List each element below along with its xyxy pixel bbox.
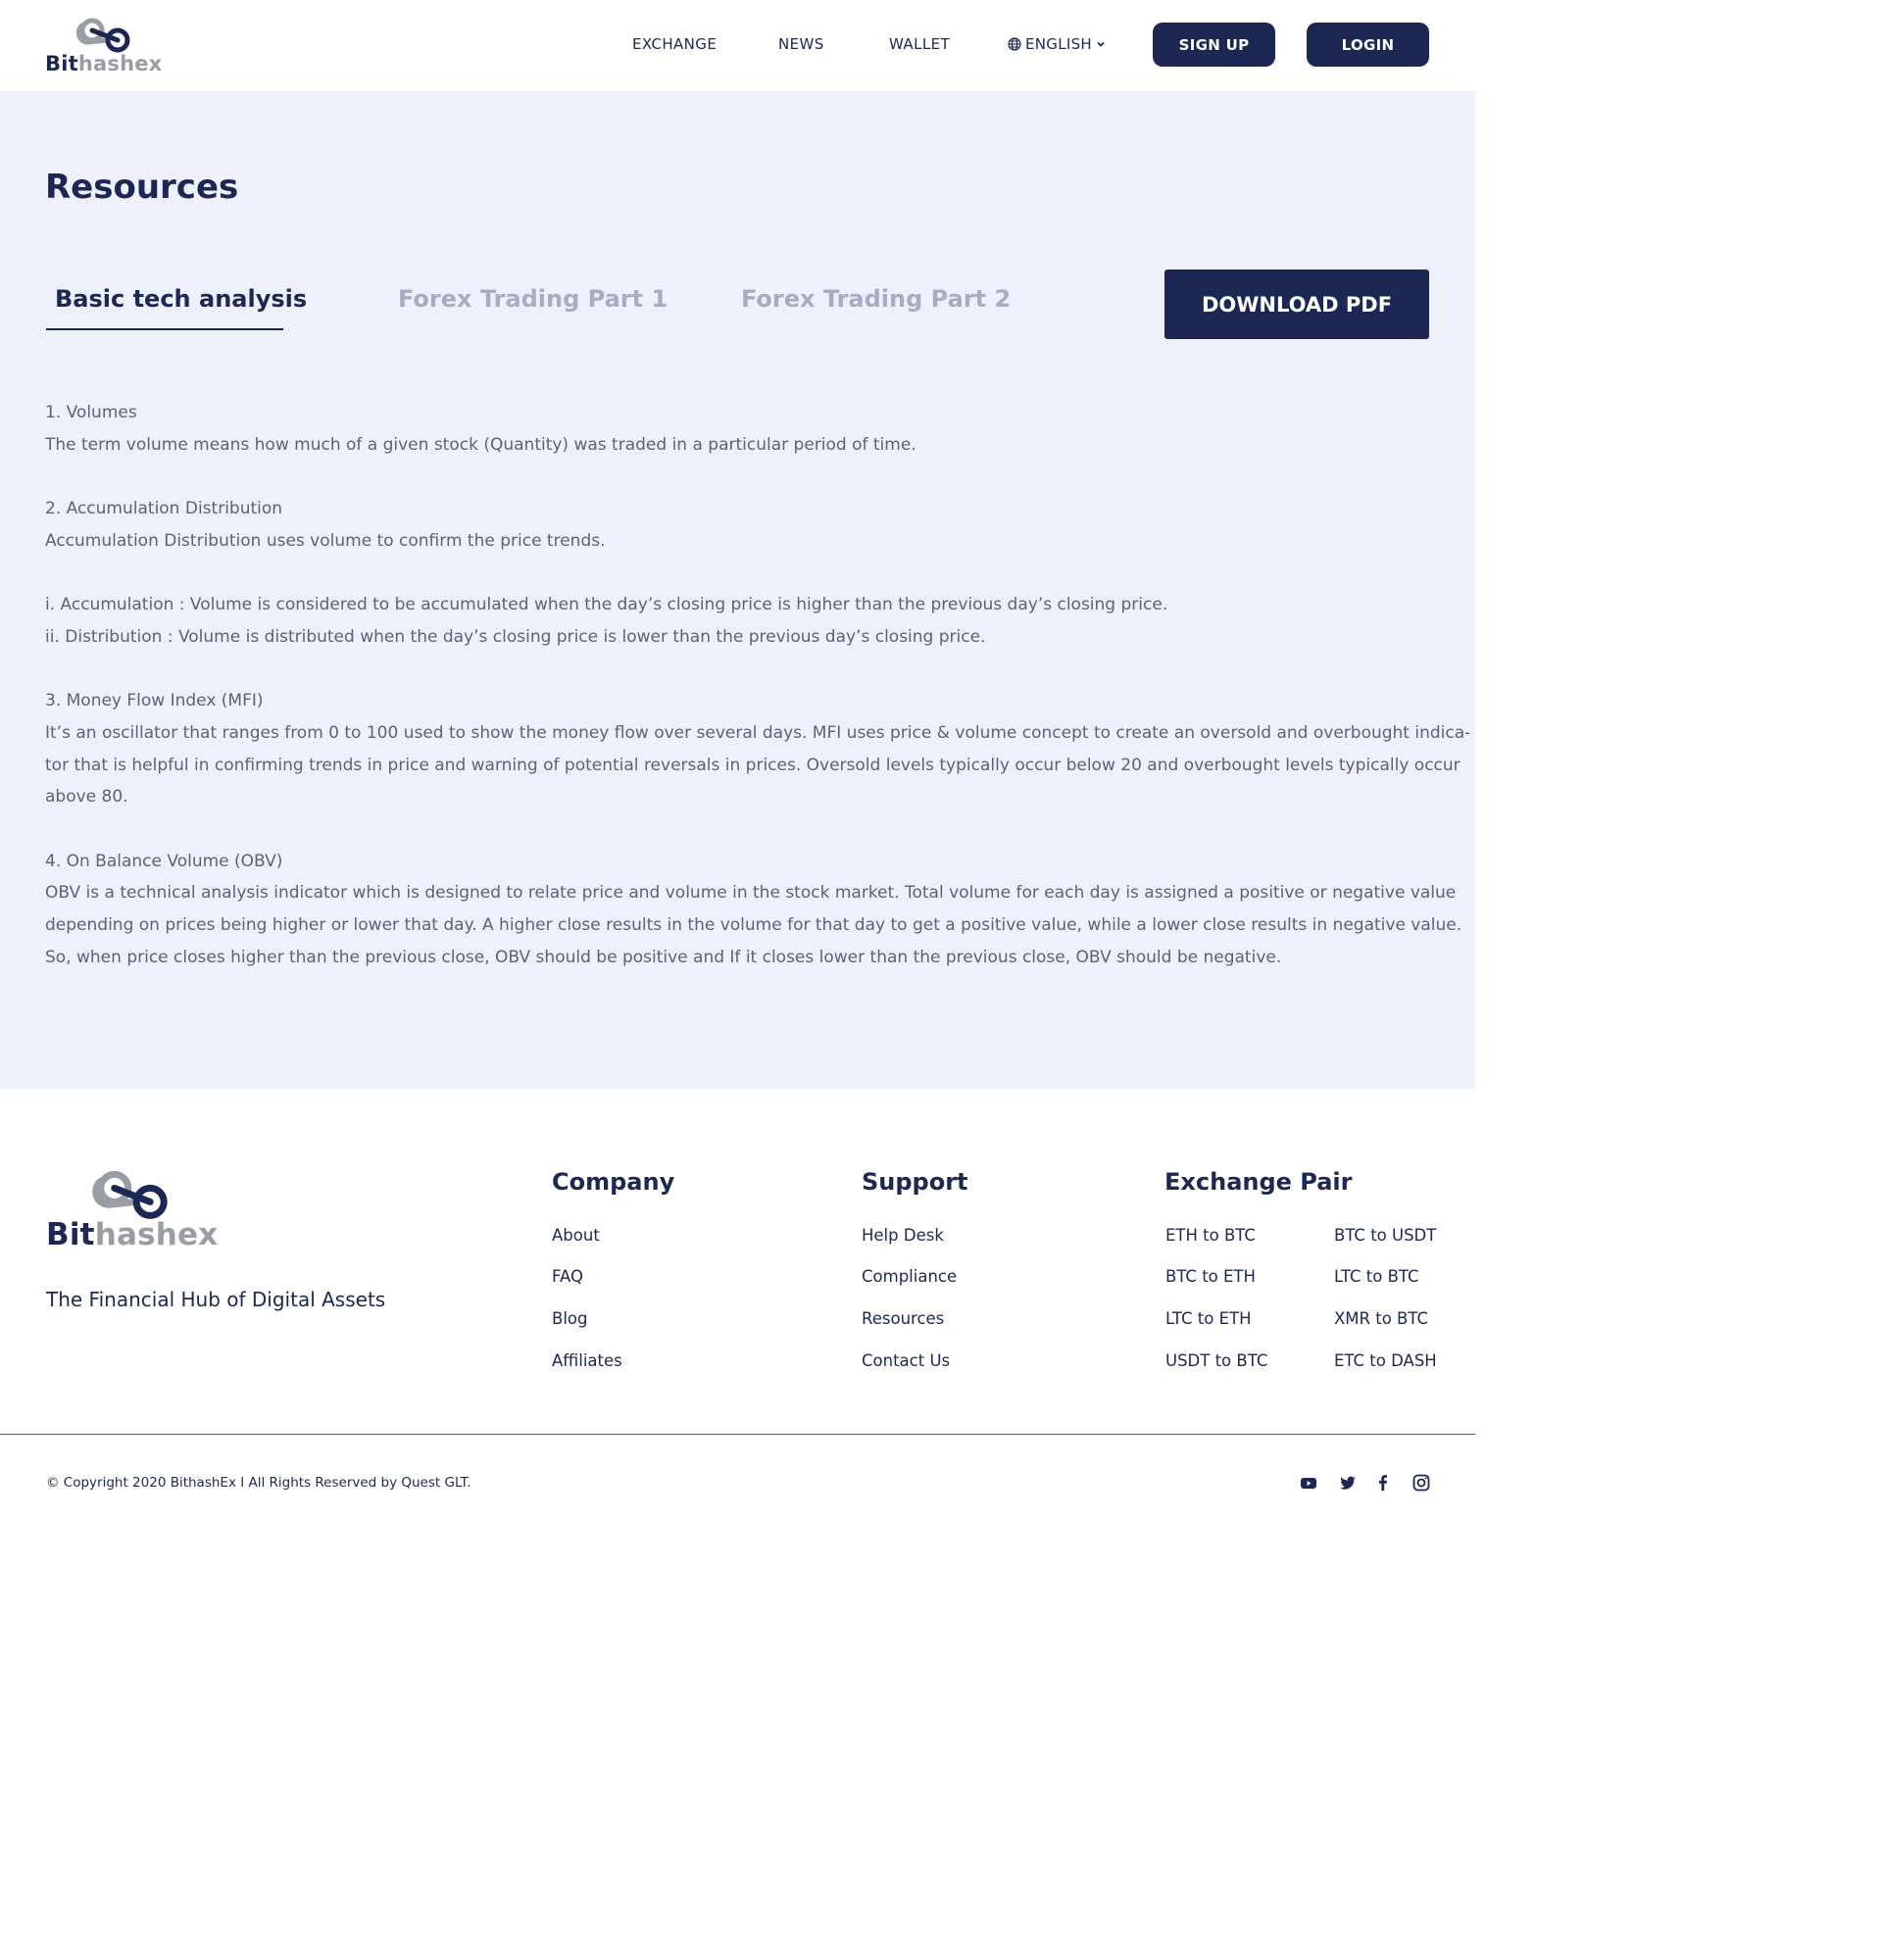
logo-text-hashex: hashex	[94, 1217, 219, 1252]
footer-link-affiliates[interactable]: Affiliates	[552, 1351, 622, 1370]
youtube-icon[interactable]	[1299, 1473, 1318, 1493]
facebook-icon[interactable]	[1373, 1473, 1393, 1493]
footer-link-resources[interactable]: Resources	[862, 1309, 944, 1328]
content-line: tor that is helpful in confirming trends…	[45, 755, 1461, 775]
content-line: It’s an oscillator that ranges from 0 to…	[45, 722, 1471, 743]
content-line: 3. Money Flow Index (MFI)	[45, 691, 264, 711]
page-title: Resources	[45, 168, 239, 207]
tab-forex-trading-part-1[interactable]: Forex Trading Part 1	[398, 285, 668, 313]
footer-link-pair[interactable]: BTC to USDT	[1334, 1226, 1436, 1245]
article-content: 1. Volumes The term volume means how muc…	[45, 397, 1471, 974]
content-line: depending on prices being higher or lowe…	[45, 915, 1462, 936]
active-tab-indicator	[46, 328, 283, 330]
logo-text-hashex: hashex	[77, 52, 163, 75]
footer-support-title: Support	[862, 1168, 968, 1196]
footer-link-blog[interactable]: Blog	[552, 1309, 587, 1328]
content-line: 4. On Balance Volume (OBV)	[45, 851, 283, 871]
nav-wallet[interactable]: WALLET	[889, 35, 950, 53]
site-header: Bithashex EXCHANGE NEWS WALLET ENGLISH S…	[0, 0, 1475, 91]
site-logo[interactable]: Bithashex	[45, 15, 167, 75]
nav-news[interactable]: NEWS	[778, 35, 824, 53]
logo-mark-icon	[76, 18, 130, 53]
footer-link-pair[interactable]: USDT to BTC	[1165, 1351, 1267, 1370]
content-line: OBV is a technical analysis indicator wh…	[45, 883, 1457, 904]
tab-forex-trading-part-2[interactable]: Forex Trading Part 2	[741, 285, 1011, 313]
logo-mark-icon	[92, 1170, 168, 1219]
content-line: 1. Volumes	[45, 403, 137, 422]
language-selector[interactable]: ENGLISH	[1008, 35, 1106, 53]
nav-exchange[interactable]: EXCHANGE	[632, 35, 717, 53]
footer-divider	[0, 1434, 1475, 1435]
content-line: Accumulation Distribution uses volume to…	[45, 530, 606, 551]
footer-link-help-desk[interactable]: Help Desk	[862, 1226, 944, 1245]
content-line: 2. Accumulation Distribution	[45, 499, 283, 519]
footer-exchange-title: Exchange Pair	[1164, 1168, 1353, 1196]
download-pdf-button[interactable]: DOWNLOAD PDF	[1164, 270, 1429, 339]
signup-button[interactable]: SIGN UP	[1153, 23, 1275, 67]
logo-text-bit: Bit	[46, 1217, 95, 1252]
globe-icon	[1008, 37, 1021, 51]
footer-link-pair[interactable]: XMR to BTC	[1334, 1309, 1428, 1328]
logo-text-bit: Bit	[45, 52, 78, 75]
tab-basic-tech-analysis[interactable]: Basic tech analysis	[55, 285, 307, 313]
footer-link-contact-us[interactable]: Contact Us	[862, 1351, 950, 1370]
footer-tagline: The Financial Hub of Digital Assets	[46, 1288, 386, 1311]
footer-link-about[interactable]: About	[552, 1226, 600, 1245]
content-line: i. Accumulation : Volume is considered t…	[45, 595, 1168, 615]
content-line: So, when price closes higher than the pr…	[45, 947, 1282, 967]
copyright-text: © Copyright 2020 BithashEx I All Rights …	[46, 1475, 471, 1491]
footer-link-compliance[interactable]: Compliance	[862, 1267, 957, 1286]
resources-section: Resources Basic tech analysis Forex Trad…	[0, 91, 1475, 1089]
content-line: ii. Distribution : Volume is distributed…	[45, 626, 986, 647]
footer-link-faq[interactable]: FAQ	[552, 1267, 583, 1286]
content-line: above 80.	[45, 787, 128, 808]
footer-link-pair[interactable]: ETC to DASH	[1334, 1351, 1437, 1370]
twitter-icon[interactable]	[1338, 1473, 1358, 1493]
footer-link-pair[interactable]: ETH to BTC	[1165, 1226, 1256, 1245]
instagram-icon[interactable]	[1412, 1473, 1431, 1493]
footer-link-pair[interactable]: LTC to ETH	[1165, 1309, 1252, 1328]
footer-company-title: Company	[552, 1168, 675, 1196]
footer-link-pair[interactable]: BTC to ETH	[1165, 1267, 1256, 1286]
footer-link-pair[interactable]: LTC to BTC	[1334, 1267, 1419, 1286]
language-label: ENGLISH	[1025, 35, 1093, 53]
content-line: The term volume means how much of a give…	[45, 434, 916, 455]
login-button[interactable]: LOGIN	[1307, 23, 1429, 67]
chevron-down-icon	[1097, 41, 1105, 47]
footer-logo[interactable]: Bithashex	[46, 1166, 223, 1254]
